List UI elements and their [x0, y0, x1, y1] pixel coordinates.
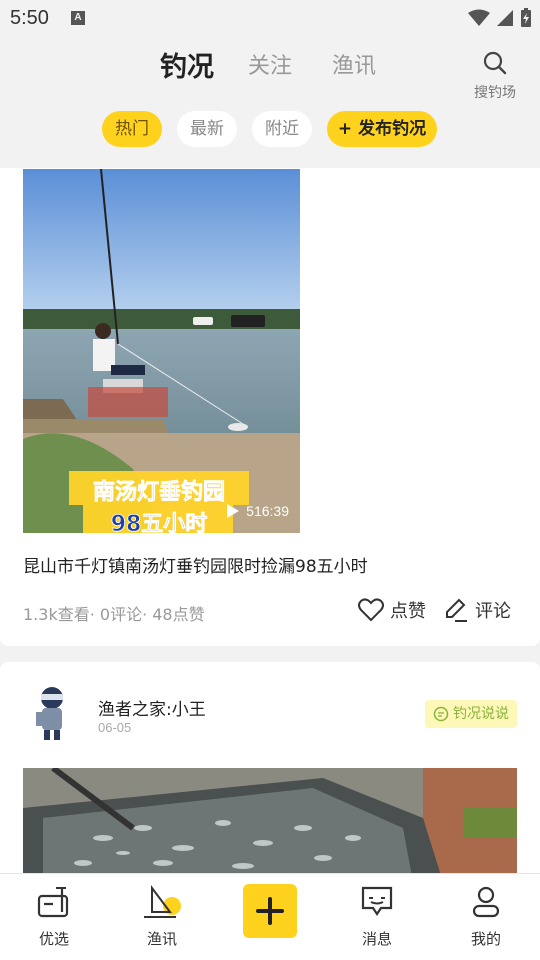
comment-label: 评论: [475, 601, 511, 622]
post-date: 06-05: [98, 720, 132, 735]
status-time: 5:50: [10, 7, 49, 29]
search-spot-label: 搜钓场: [474, 85, 516, 101]
fish-pond-image: [23, 768, 517, 882]
nav-featured[interactable]: 优选: [14, 884, 94, 949]
heart-icon: [358, 598, 384, 622]
fishing-scene-image: 南汤灯垂钓园 98五小时: [23, 169, 300, 533]
feed-card: 渔者之家:小王 06-05 钓况说说: [0, 662, 540, 882]
nav-news[interactable]: 渔讯: [122, 884, 202, 949]
system-icons: [468, 8, 532, 28]
author-name[interactable]: 渔者之家:小王: [98, 695, 206, 720]
post-image[interactable]: [23, 768, 517, 882]
nav-featured-label: 优选: [38, 930, 69, 948]
user-avatar-image: [36, 687, 63, 740]
video-overlay-subtitle: 98五小时: [111, 512, 208, 533]
sailboat-icon: [144, 885, 181, 918]
video-thumbnail[interactable]: 南汤灯垂钓园 98五小时 516:39: [23, 169, 300, 533]
tab-fishing-news[interactable]: 渔讯: [332, 48, 376, 80]
nav-news-label: 渔讯: [146, 930, 177, 948]
bottom-nav: 优选 渔讯 消息 我的: [0, 873, 540, 960]
post-title[interactable]: 昆山市千灯镇南汤灯垂钓园限时捡漏98五小时: [23, 552, 368, 577]
top-header: 钓况 关注 渔讯 搜钓场 热门 最新 附近 + 发布钓况: [0, 36, 540, 166]
user-icon: [472, 886, 500, 918]
chat-bubble-icon: [433, 706, 449, 722]
nav-profile[interactable]: 我的: [446, 884, 526, 949]
chip-latest[interactable]: 最新: [177, 111, 237, 147]
wifi-icon: [468, 9, 490, 26]
nav-messages-label: 消息: [361, 930, 392, 948]
featured-icon: [37, 887, 69, 918]
search-icon: [483, 51, 507, 75]
feed-card: 南汤灯垂钓园 98五小时 516:39 昆山市千灯镇南汤灯垂钓园限时捡漏98五小…: [0, 168, 540, 646]
plus-icon: [256, 897, 284, 925]
category-tag-label: 钓况说说: [453, 706, 509, 722]
like-label: 点赞: [390, 601, 426, 622]
category-tag[interactable]: 钓况说说: [425, 700, 517, 728]
tab-following[interactable]: 关注: [248, 48, 292, 80]
play-icon: [227, 504, 240, 518]
message-icon: [361, 886, 393, 916]
publish-report-button[interactable]: + 发布钓况: [327, 111, 437, 147]
search-spot-button[interactable]: 搜钓场: [470, 50, 520, 102]
status-bar: 5:50 A: [0, 0, 540, 36]
chip-hot[interactable]: 热门: [102, 111, 162, 147]
nav-messages[interactable]: 消息: [337, 884, 417, 949]
top-tabs: 钓况 关注 渔讯: [0, 48, 540, 88]
like-button[interactable]: 点赞: [358, 597, 426, 623]
comment-button[interactable]: 评论: [443, 597, 511, 623]
video-overlay-title: 南汤灯垂钓园: [93, 479, 225, 505]
chip-nearby[interactable]: 附近: [252, 111, 312, 147]
avatar[interactable]: [28, 684, 76, 744]
add-post-button[interactable]: [243, 884, 297, 938]
filter-chips: 热门 最新 附近 + 发布钓况: [0, 111, 540, 147]
signal-icon: [497, 10, 513, 26]
edit-icon: [446, 598, 467, 622]
post-stats: 1.3k查看· 0评论· 48点赞: [23, 605, 205, 624]
keyboard-a-icon: A: [71, 11, 85, 25]
nav-profile-label: 我的: [470, 930, 501, 948]
duration-text: 516:39: [246, 503, 289, 519]
tab-fishing-report[interactable]: 钓况: [160, 45, 214, 84]
battery-icon: [521, 8, 531, 27]
video-duration: 516:39: [226, 503, 289, 519]
